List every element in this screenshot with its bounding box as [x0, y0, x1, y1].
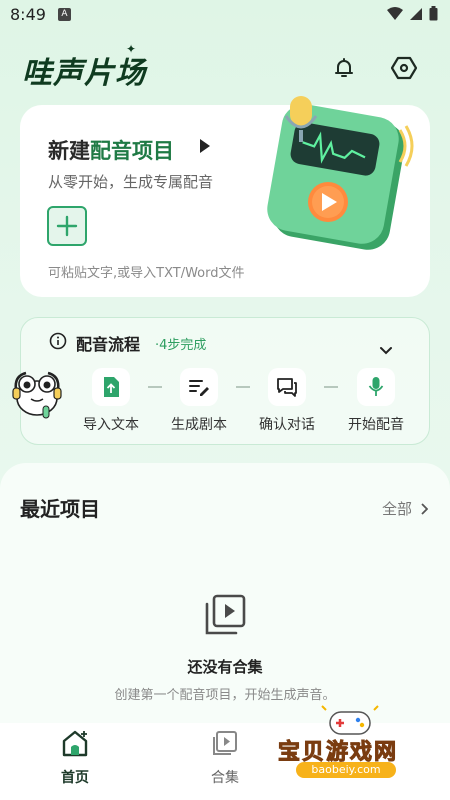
hexagon-settings-icon [391, 56, 417, 80]
chevron-down-icon[interactable] [379, 346, 393, 356]
wifi-icon [387, 6, 403, 20]
view-all-label: 全部 [381, 500, 412, 518]
new-project-hint: 可粘贴文字,或导入TXT/Word文件 [48, 266, 245, 281]
settings-button[interactable] [386, 50, 422, 86]
watermark-url: baobeiy.com [296, 762, 396, 778]
tab-collection-label: 合集 [211, 770, 239, 786]
status-time: 8:49 [10, 5, 46, 24]
empty-collection-icon [205, 594, 246, 635]
logo-sparkle-icon: ✦ [126, 42, 137, 56]
step-icon-box [357, 368, 395, 406]
new-project-title: 新建配音项目 [48, 135, 174, 165]
workflow-step-import[interactable]: 导入文本 [71, 368, 151, 434]
empty-state-subtitle: 创建第一个配音项目，开始生成声音。 [114, 688, 336, 703]
workflow-step-record[interactable]: 开始配音 [336, 368, 416, 434]
chevron-right-icon [421, 502, 428, 515]
new-project-title-prefix: 新建 [48, 139, 90, 163]
tab-home[interactable]: 首页 [30, 729, 120, 787]
dialog-icon [277, 378, 297, 397]
workflow-title: 配音流程 [76, 335, 141, 354]
frog-mascot-icon [12, 371, 62, 419]
step-label: 生成剧本 [171, 417, 227, 433]
site-watermark: 宝贝游戏网 baobeiy.com [270, 704, 440, 800]
audio-player-illustration [267, 96, 414, 250]
video-collection-icon [213, 731, 237, 755]
tab-home-label: 首页 [61, 770, 89, 786]
workflow-steps-count: ·4步完成 [155, 338, 207, 353]
home-icon [62, 730, 88, 757]
plus-icon [56, 215, 78, 237]
workflow-step-script[interactable]: 生成剧本 [159, 368, 239, 434]
play-arrow-icon [200, 139, 210, 153]
status-bar: 8:49 A [0, 0, 450, 30]
step-label: 确认对话 [259, 417, 315, 433]
empty-state-title: 还没有合集 [187, 658, 263, 676]
recent-projects-title: 最近项目 [20, 497, 100, 521]
upload-file-icon [104, 377, 119, 397]
bell-icon [335, 58, 353, 77]
step-icon-box [268, 368, 306, 406]
new-project-subtitle: 从零开始，生成专属配音 [48, 173, 214, 191]
notification-a-icon: A [58, 8, 71, 21]
workflow-card: 配音流程 ·4步完成 导入文本 生成剧本 确认对话 开始配音 [20, 317, 430, 445]
app-header: 哇声片场 ✦ [0, 40, 450, 96]
edit-script-icon [189, 380, 209, 396]
info-icon [49, 332, 67, 350]
status-icons [387, 6, 438, 21]
battery-icon [429, 6, 438, 21]
mic-icon [368, 377, 384, 396]
step-icon-box [180, 368, 218, 406]
workflow-step-dialog[interactable]: 确认对话 [247, 368, 327, 434]
step-label: 导入文本 [83, 417, 139, 433]
step-label: 开始配音 [348, 417, 404, 433]
signal-icon [410, 7, 422, 20]
tab-collection[interactable]: 合集 [180, 729, 270, 787]
view-all-link[interactable]: 全部 [382, 498, 428, 519]
recent-projects-panel: 最近项目 全部 还没有合集 创建第一个配音项目，开始生成声音。 [0, 463, 450, 723]
notifications-button[interactable] [326, 50, 362, 86]
step-icon-box [92, 368, 130, 406]
new-project-title-accent: 配音项目 [90, 139, 174, 163]
create-project-button[interactable] [47, 206, 87, 246]
